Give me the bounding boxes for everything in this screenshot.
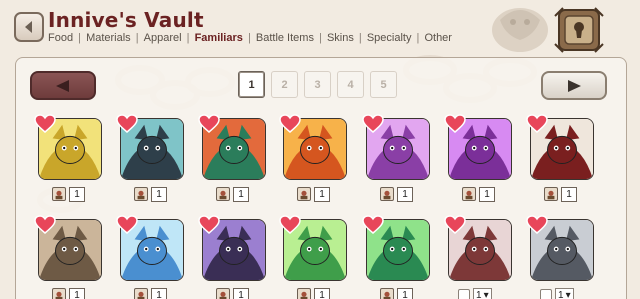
page-button-3[interactable]: 3 — [304, 71, 331, 98]
bond-icon[interactable] — [544, 187, 558, 201]
bond-icon[interactable] — [216, 288, 230, 299]
heart-icon — [198, 215, 220, 235]
quantity-value: 1 — [558, 289, 564, 299]
heart-icon — [444, 215, 466, 235]
familiar-count: 1 — [233, 186, 249, 202]
chevron-down-icon: ▾ — [565, 289, 571, 299]
familiar-count: 1 — [151, 186, 167, 202]
familiar-count: 1 — [151, 287, 167, 299]
familiar-controls: 1 — [52, 287, 85, 299]
next-page-button[interactable] — [541, 71, 607, 100]
bond-icon[interactable] — [297, 288, 311, 299]
familiar-controls: 1 — [462, 186, 495, 202]
category-separator: | — [75, 32, 85, 44]
category-materials[interactable]: Materials — [86, 32, 131, 44]
bond-icon[interactable] — [462, 187, 476, 201]
bond-icon[interactable] — [134, 187, 148, 201]
bond-icon[interactable] — [52, 187, 66, 201]
familiar-controls: 1 — [52, 186, 85, 202]
heart-icon — [362, 114, 384, 134]
category-separator: | — [315, 32, 325, 44]
category-skins[interactable]: Skins — [327, 32, 354, 44]
category-other[interactable]: Other — [424, 32, 452, 44]
quantity-value: 1 — [476, 289, 482, 299]
bond-icon[interactable] — [380, 187, 394, 201]
familiar-controls: 1 — [134, 287, 167, 299]
familiar-controls: 1 — [297, 287, 330, 299]
bond-icon[interactable] — [297, 187, 311, 201]
quantity-select[interactable]: 1 ▾ — [555, 287, 574, 299]
category-separator: | — [355, 32, 365, 44]
quantity-select[interactable]: 1 ▾ — [473, 287, 492, 299]
category-separator: | — [183, 32, 193, 44]
chevron-down-icon: ▾ — [483, 289, 489, 299]
heart-icon — [526, 114, 548, 134]
previous-page-button[interactable] — [30, 71, 96, 100]
familiar-count: 1 — [233, 287, 249, 299]
page-button-5[interactable]: 5 — [370, 71, 397, 98]
familiar-controls: 1 — [544, 186, 577, 202]
category-familiars[interactable]: Familiars — [195, 32, 243, 44]
familiar-count: 1 — [561, 186, 577, 202]
category-battle-items[interactable]: Battle Items — [256, 32, 314, 44]
select-checkbox[interactable] — [540, 289, 552, 299]
category-separator: | — [244, 32, 254, 44]
familiar-count: 1 — [314, 186, 330, 202]
page-button-1[interactable]: 1 — [238, 71, 265, 98]
familiar-count: 1 — [314, 287, 330, 299]
right-arrow-icon — [568, 79, 581, 92]
bond-icon[interactable] — [134, 288, 148, 299]
familiar-controls: 1 ▾ — [458, 287, 492, 299]
heart-icon — [279, 114, 301, 134]
heart-icon — [116, 215, 138, 235]
back-arrow-icon — [25, 21, 32, 33]
category-separator: | — [132, 32, 142, 44]
category-separator: | — [413, 32, 423, 44]
familiar-count: 1 — [397, 186, 413, 202]
vault-lock-icon — [554, 7, 604, 53]
heart-icon — [34, 114, 56, 134]
familiar-count: 1 — [397, 287, 413, 299]
page-button-4[interactable]: 4 — [337, 71, 364, 98]
familiar-controls: 1 ▾ — [540, 287, 574, 299]
bond-icon[interactable] — [52, 288, 66, 299]
familiar-count: 1 — [69, 186, 85, 202]
heart-icon — [198, 114, 220, 134]
page-title: Innive's Vault — [48, 8, 204, 32]
statue-decoration — [492, 8, 548, 52]
heart-icon — [526, 215, 548, 235]
heart-icon — [34, 215, 56, 235]
bond-icon[interactable] — [380, 288, 394, 299]
familiar-controls: 1 — [134, 186, 167, 202]
familiar-controls: 1 — [216, 287, 249, 299]
category-nav: Food | Materials | Apparel | Familiars |… — [48, 32, 452, 44]
heart-icon — [362, 215, 384, 235]
header: Innive's Vault Food | Materials | Appare… — [0, 0, 640, 53]
category-food[interactable]: Food — [48, 32, 73, 44]
left-arrow-icon — [56, 79, 69, 92]
heart-icon — [116, 114, 138, 134]
page-button-2[interactable]: 2 — [271, 71, 298, 98]
heart-icon — [444, 114, 466, 134]
familiar-controls: 1 — [380, 287, 413, 299]
familiar-controls: 1 — [297, 186, 330, 202]
familiar-count: 1 — [69, 287, 85, 299]
back-button[interactable] — [14, 12, 44, 42]
heart-icon — [279, 215, 301, 235]
familiar-controls: 1 — [380, 186, 413, 202]
bond-icon[interactable] — [216, 187, 230, 201]
familiar-controls: 1 — [216, 186, 249, 202]
category-apparel[interactable]: Apparel — [144, 32, 182, 44]
select-checkbox[interactable] — [458, 289, 470, 299]
category-specialty[interactable]: Specialty — [367, 32, 412, 44]
familiar-count: 1 — [479, 186, 495, 202]
